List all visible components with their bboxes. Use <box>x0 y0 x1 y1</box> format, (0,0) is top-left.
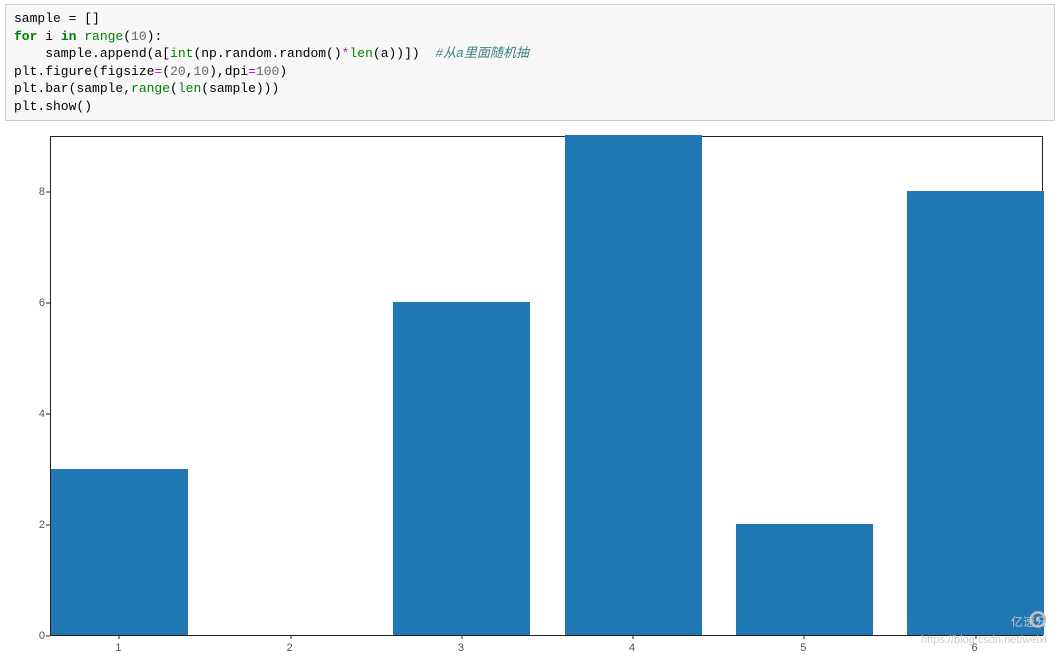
x-tick-mark <box>119 635 120 639</box>
chart-bar <box>393 302 530 635</box>
code-line-6: plt.show() <box>14 99 92 114</box>
chart-bar <box>907 191 1044 635</box>
x-tick-mark <box>975 635 976 639</box>
y-tick-label: 2 <box>5 519 45 531</box>
y-tick-label: 6 <box>5 297 45 309</box>
x-tick-label: 5 <box>800 642 806 654</box>
code-cell: sample = [] for i in range(10): sample.a… <box>5 4 1055 121</box>
x-tick-label: 1 <box>115 642 121 654</box>
y-tick-mark <box>46 302 50 303</box>
chart-output: https://blog.csdn.net/weixi ⊙ 亿速云 024681… <box>5 124 1055 664</box>
x-tick-label: 6 <box>971 642 977 654</box>
chart-bar <box>51 469 188 636</box>
x-tick-mark <box>290 635 291 639</box>
y-tick-mark <box>46 636 50 637</box>
x-tick-mark <box>633 635 634 639</box>
y-tick-label: 0 <box>5 630 45 642</box>
code-line-2: for i in range(10): <box>14 29 162 44</box>
x-tick-label: 4 <box>629 642 635 654</box>
chart-bar <box>565 135 702 635</box>
x-tick-label: 2 <box>287 642 293 654</box>
x-tick-mark <box>804 635 805 639</box>
y-tick-label: 4 <box>5 408 45 420</box>
chart-bar <box>736 524 873 635</box>
y-tick-mark <box>46 414 50 415</box>
code-line-4: plt.figure(figsize=(20,10),dpi=100) <box>14 64 287 79</box>
y-tick-mark <box>46 191 50 192</box>
code-line-5: plt.bar(sample,range(len(sample))) <box>14 81 279 96</box>
y-tick-label: 8 <box>5 186 45 198</box>
code-line-3: sample.append(a[int(np.random.random()*l… <box>14 46 529 61</box>
plot-area <box>50 136 1043 636</box>
y-tick-mark <box>46 525 50 526</box>
code-line-1: sample = [] <box>14 11 100 26</box>
x-tick-mark <box>461 635 462 639</box>
x-tick-label: 3 <box>458 642 464 654</box>
